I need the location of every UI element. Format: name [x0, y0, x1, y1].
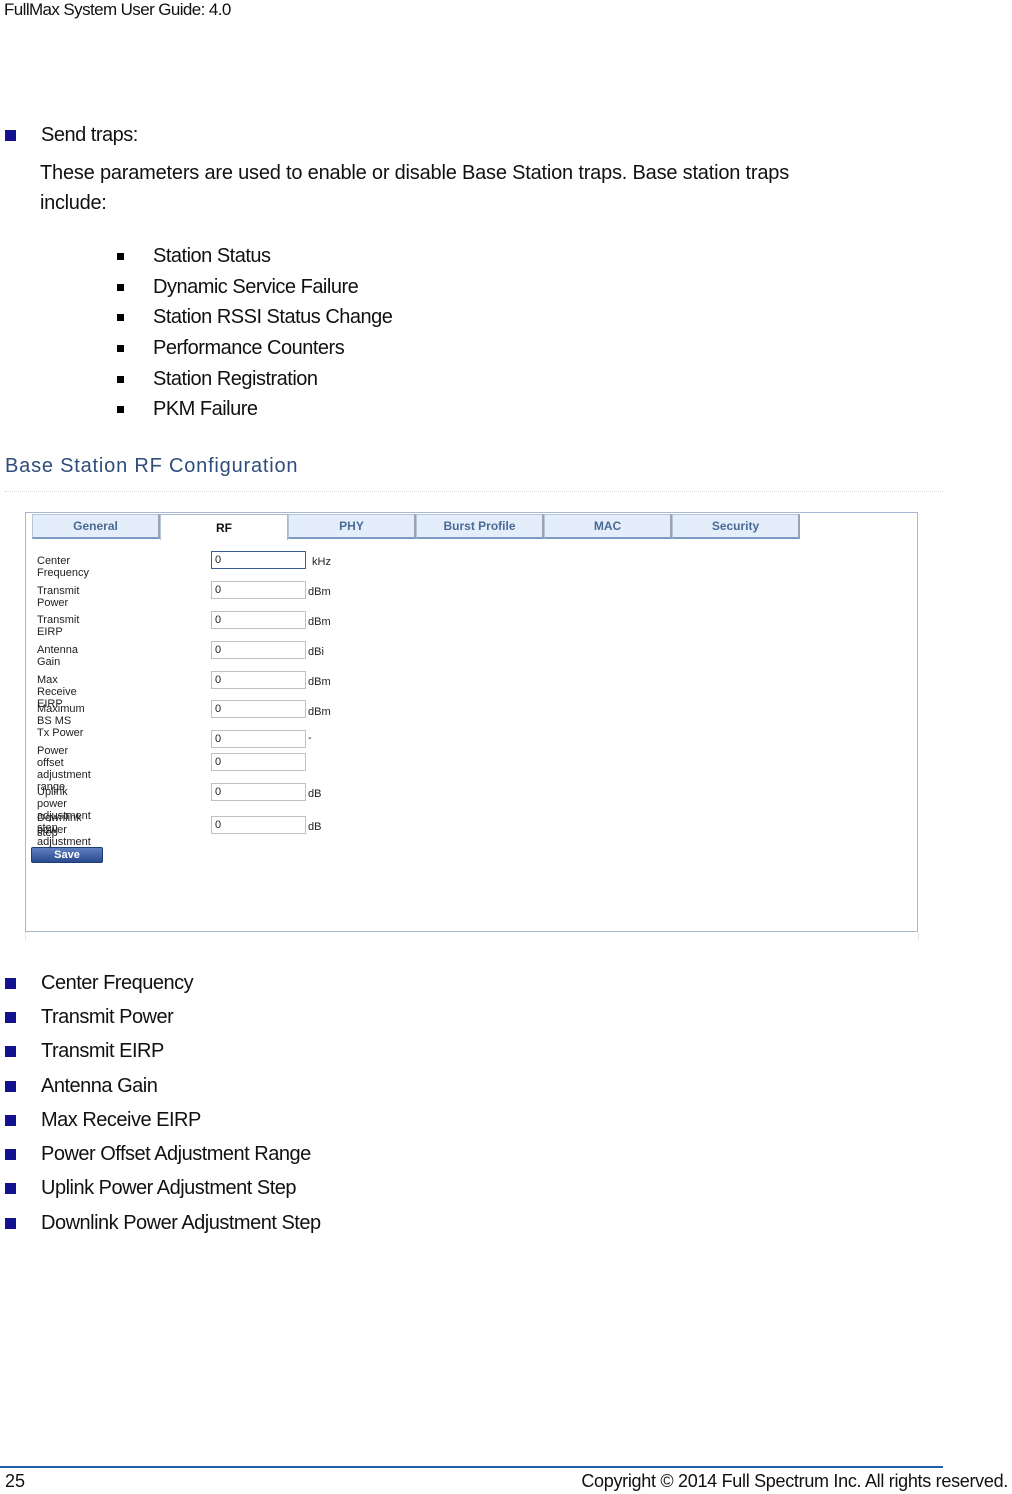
heading-divider: [5, 491, 943, 492]
list-item: Max Receive EIRP: [5, 1103, 321, 1137]
parameter-label: Power Offset Adjustment Range: [41, 1143, 311, 1166]
antenna-gain-input[interactable]: [211, 641, 306, 659]
unit-label: dB: [308, 821, 322, 833]
power-offset-min-input[interactable]: [211, 730, 306, 748]
center-frequency-input[interactable]: [211, 551, 306, 569]
parameter-label: Antenna Gain: [41, 1074, 158, 1097]
unit-label: dBi: [308, 646, 324, 658]
power-offset-max-input[interactable]: [211, 753, 306, 771]
list-item: Center Frequency: [5, 966, 321, 1000]
trap-item-label: Performance Counters: [153, 336, 345, 359]
rf-config-panel: General RF PHY Burst Profile MAC Securit…: [25, 512, 918, 932]
square-bullet-icon: [5, 1149, 16, 1161]
uplink-step-input[interactable]: [211, 783, 306, 801]
footer-divider: [0, 1466, 943, 1468]
list-item: Transmit Power: [5, 1000, 321, 1034]
tab-bar: General RF PHY Burst Profile MAC Securit…: [32, 514, 800, 540]
unit-label: kHz: [312, 556, 331, 568]
field-label-downlink-step-cont: step: [37, 827, 58, 839]
square-bullet-icon: [117, 314, 124, 322]
list-item: Station RSSI Status Change: [117, 302, 393, 333]
square-bullet-icon: [117, 375, 124, 383]
parameter-list: Center Frequency Transmit Power Transmit…: [5, 966, 321, 1240]
square-bullet-icon: [5, 1183, 16, 1195]
square-bullet-icon: [117, 283, 124, 291]
tab-phy[interactable]: PHY: [288, 514, 416, 539]
trap-item-label: Station Registration: [153, 367, 318, 390]
tab-rf[interactable]: RF: [160, 514, 288, 540]
square-bullet-icon: [5, 129, 16, 141]
trap-item-label: Station RSSI Status Change: [153, 306, 393, 329]
square-bullet-icon: [5, 1114, 16, 1126]
list-item: Dynamic Service Failure: [117, 272, 392, 303]
square-bullet-icon: [117, 406, 124, 414]
field-label-transmit-eirp: Transmit EIRP: [37, 614, 80, 638]
square-bullet-icon: [117, 252, 124, 260]
send-traps-description-cont: include:: [40, 192, 107, 214]
unit-label: dBm: [308, 676, 331, 688]
trap-item-label: Station Status: [153, 244, 271, 267]
list-item: Uplink Power Adjustment Step: [5, 1172, 321, 1206]
panel-shadow: [25, 932, 919, 940]
max-receive-eirp-input[interactable]: [211, 671, 306, 689]
tab-burst-profile[interactable]: Burst Profile: [416, 514, 544, 539]
unit-label: dB: [308, 788, 322, 800]
field-label-max-bs-ms-tx-power: Maximum BS MS Tx Power: [37, 703, 85, 739]
tab-security[interactable]: Security: [672, 514, 800, 539]
downlink-step-input[interactable]: [211, 816, 306, 834]
list-item: Downlink Power Adjustment Step: [5, 1206, 321, 1240]
unit-label: dBm: [308, 586, 331, 598]
field-label-transmit-power: Transmit Power: [37, 585, 80, 609]
parameter-label: Transmit EIRP: [41, 1040, 164, 1063]
list-item: Transmit EIRP: [5, 1035, 321, 1069]
unit-label: dBm: [308, 616, 331, 628]
parameter-label: Transmit Power: [41, 1005, 174, 1028]
copyright-notice: Copyright © 2014 Full Spectrum Inc. All …: [581, 1471, 1008, 1491]
trap-item-label: PKM Failure: [153, 398, 258, 421]
tab-general[interactable]: General: [32, 514, 160, 539]
save-button[interactable]: Save: [31, 847, 103, 863]
square-bullet-icon: [5, 977, 16, 989]
transmit-eirp-input[interactable]: [211, 611, 306, 629]
max-bs-ms-tx-power-input[interactable]: [211, 700, 306, 718]
tab-mac[interactable]: MAC: [544, 514, 672, 539]
transmit-power-input[interactable]: [211, 581, 306, 599]
square-bullet-icon: [5, 1217, 16, 1229]
trap-item-label: Dynamic Service Failure: [153, 275, 359, 298]
list-item: PKM Failure: [117, 394, 392, 425]
list-item: Performance Counters: [117, 333, 392, 364]
parameter-label: Downlink Power Adjustment Step: [41, 1211, 321, 1234]
send-traps-label: Send traps:: [41, 123, 138, 146]
field-label-antenna-gain: Antenna Gain: [37, 644, 78, 668]
parameter-label: Uplink Power Adjustment Step: [41, 1177, 297, 1200]
page-number: 25: [5, 1471, 26, 1491]
unit-label: dBm: [308, 706, 331, 718]
section-heading: Base Station RF Configuration: [5, 455, 299, 477]
trap-list: Station Status Dynamic Service Failure S…: [117, 241, 393, 425]
send-traps-description: These parameters are used to enable or d…: [40, 162, 789, 184]
field-label-center-frequency: Center Frequency: [37, 555, 89, 579]
square-bullet-icon: [5, 1046, 16, 1058]
square-bullet-icon: [117, 344, 124, 352]
square-bullet-icon: [5, 1011, 16, 1023]
list-item: Station Status: [117, 241, 392, 272]
list-item: Antenna Gain: [5, 1069, 321, 1103]
parameter-label: Max Receive EIRP: [41, 1108, 201, 1131]
list-item: Power Offset Adjustment Range: [5, 1137, 321, 1171]
square-bullet-icon: [5, 1080, 16, 1092]
parameter-label: Center Frequency: [41, 971, 194, 994]
send-traps-item: Send traps:: [5, 120, 138, 150]
range-separator: -: [308, 732, 312, 744]
list-item: Station Registration: [117, 364, 392, 395]
document-header-title: FullMax System User Guide: 4.0: [4, 0, 231, 19]
